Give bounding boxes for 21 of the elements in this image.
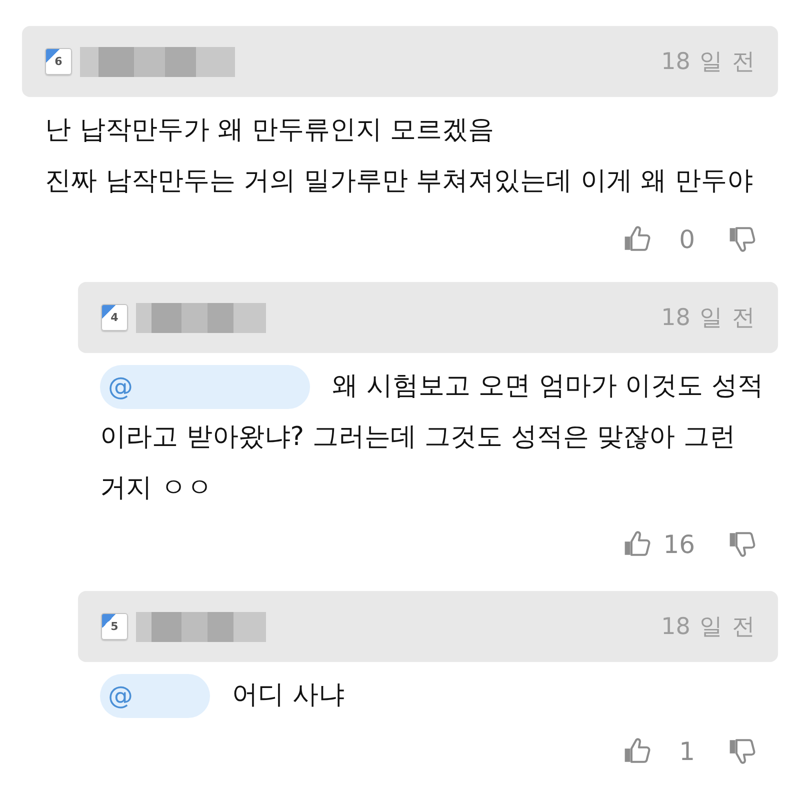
- level-badge: 5: [101, 613, 128, 640]
- reply-time: 18 일 전: [661, 613, 755, 642]
- reply-text: @ 어디 사냐: [100, 670, 766, 721]
- thumbs-up-icon[interactable]: [623, 224, 652, 254]
- reply-text: @ 왜 시험보고 오면 엄마가 이것도 성적이라고 받아왔냐? 그러는데 그것도 성적은 맞잖아 그런 거지 ㅇㅇ: [100, 361, 766, 514]
- like-count: 0: [679, 224, 695, 254]
- like-count: 16: [663, 530, 695, 558]
- mention-link[interactable]: @: [100, 364, 310, 409]
- comment-text: 진짜 남작만두는 거의 밀가루만 부쳐져있는데 이게 왜 만두야: [45, 165, 754, 198]
- thumbs-up-icon[interactable]: [623, 529, 652, 559]
- level-badge: 6: [45, 48, 72, 75]
- comment-time: 18 일 전: [661, 48, 755, 77]
- like-count: 1: [679, 736, 695, 766]
- thumbs-down-icon[interactable]: [728, 529, 757, 559]
- thumbs-down-icon[interactable]: [728, 736, 757, 766]
- level-badge: 4: [101, 304, 128, 331]
- thumbs-up-icon[interactable]: [623, 736, 652, 766]
- thumbs-down-icon[interactable]: [728, 224, 757, 254]
- mention-link[interactable]: @: [100, 674, 210, 718]
- reply-time: 18 일 전: [661, 304, 755, 333]
- comment-text: 난 납작만두가 왜 만두류인지 모르겠음: [45, 114, 496, 147]
